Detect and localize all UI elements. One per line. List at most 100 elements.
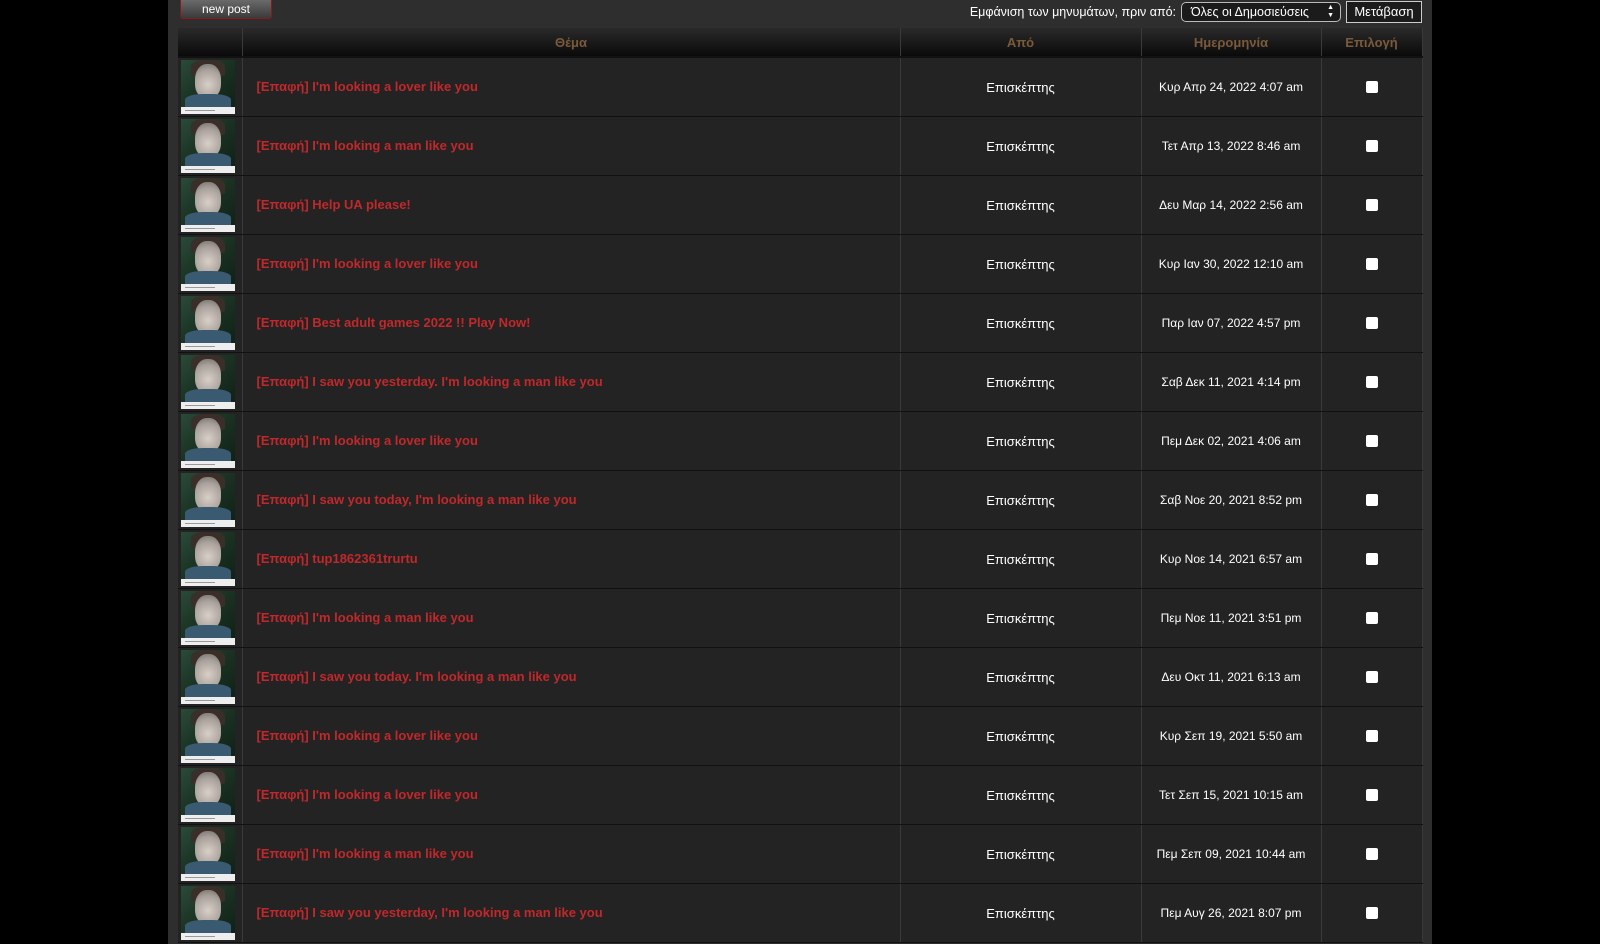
topic-link[interactable]: [Επαφή] Help UA please! [257,197,411,212]
topics-body: [Επαφή] I'm looking a lover like you Επι… [178,57,1423,943]
select-checkbox[interactable] [1365,906,1378,919]
avatar-cell [178,824,243,884]
new-post-button[interactable]: new post [180,0,272,19]
topic-link[interactable]: [Επαφή] I'm looking a lover like you [257,728,478,743]
topic-link[interactable]: [Επαφή] I'm looking a lover like you [257,79,478,94]
topic-filter: Εμφάνιση των μηνυμάτων, πριν από: Όλες ο… [970,0,1422,24]
select-cell [1321,765,1423,825]
select-checkbox[interactable] [1365,198,1378,211]
avatar [181,119,235,173]
select-checkbox[interactable] [1365,316,1378,329]
select-checkbox[interactable] [1365,788,1378,801]
author-cell: Επισκέπτης [900,352,1142,412]
topic-cell: [Επαφή] I'm looking a lover like you [242,234,901,294]
avatar-cell [178,116,243,176]
date-cell: Τετ Απρ 13, 2022 8:46 am [1141,116,1322,176]
topic-link[interactable]: [Επαφή] I saw you today, I'm looking a m… [257,492,577,507]
topic-toolbar: new post Εμφάνιση των μηνυμάτων, πριν απ… [178,0,1422,24]
topic-link[interactable]: [Επαφή] I saw you yesterday, I'm looking… [257,905,603,920]
topic-cell: [Επαφή] tup1862361trurtu [242,529,901,589]
select-checkbox[interactable] [1365,139,1378,152]
avatar [181,355,235,409]
avatar [181,60,235,114]
topic-cell: [Επαφή] Best adult games 2022 !! Play No… [242,293,901,353]
topic-link[interactable]: [Επαφή] I'm looking a lover like you [257,256,478,271]
avatar-cell [178,529,243,589]
avatar [181,532,235,586]
date-cell: Πεμ Αυγ 26, 2021 8:07 pm [1141,883,1322,943]
filter-label: Εμφάνιση των μηνυμάτων, πριν από: [969,5,1176,19]
date-cell: Πεμ Νοε 11, 2021 3:51 pm [1141,588,1322,648]
select-checkbox[interactable] [1365,80,1378,93]
select-cell [1321,116,1423,176]
select-cell [1321,175,1423,235]
select-cell [1321,883,1423,943]
avatar-cell [178,175,243,235]
select-checkbox[interactable] [1365,493,1378,506]
avatar [181,296,235,350]
select-checkbox[interactable] [1365,729,1378,742]
date-cell: Κυρ Σεπ 19, 2021 5:50 am [1141,706,1322,766]
table-row: [Επαφή] Best adult games 2022 !! Play No… [178,293,1423,353]
author-cell: Επισκέπτης [900,588,1142,648]
topic-link[interactable]: [Επαφή] I'm looking a lover like you [257,787,478,802]
topic-cell: [Επαφή] I'm looking a lover like you [242,765,901,825]
date-cell: Κυρ Νοε 14, 2021 6:57 am [1141,529,1322,589]
avatar [181,591,235,645]
avatar [181,414,235,468]
author-cell: Επισκέπτης [900,647,1142,707]
select-checkbox[interactable] [1365,552,1378,565]
select-checkbox[interactable] [1365,375,1378,388]
topic-link[interactable]: [Επαφή] I'm looking a man like you [257,138,474,153]
table-row: [Επαφή] I'm looking a man like you Επισκ… [178,116,1423,176]
header-select: Επιλογή [1321,28,1423,58]
avatar-cell [178,706,243,766]
avatar [181,709,235,763]
select-checkbox[interactable] [1365,434,1378,447]
avatar-cell [178,411,243,471]
topic-cell: [Επαφή] I'm looking a lover like you [242,706,901,766]
header-author[interactable]: Από [900,28,1142,58]
table-header-row: Θέμα Από Ημερομηνία Επιλογή [178,28,1423,58]
topic-cell: [Επαφή] I'm looking a man like you [242,824,901,884]
table-row: [Επαφή] I'm looking a lover like you Επι… [178,411,1423,471]
author-cell: Επισκέπτης [900,883,1142,943]
topic-link[interactable]: [Επαφή] Best adult games 2022 !! Play No… [257,315,531,330]
author-cell: Επισκέπτης [900,175,1142,235]
author-cell: Επισκέπτης [900,234,1142,294]
select-cell [1321,647,1423,707]
go-button[interactable]: Μετάβαση [1346,1,1422,23]
table-row: [Επαφή] I saw you today, I'm looking a m… [178,470,1423,530]
select-checkbox[interactable] [1365,847,1378,860]
select-checkbox[interactable] [1365,611,1378,624]
post-age-select[interactable]: Όλες οι Δημοσιεύσεις ▲ ▼ [1181,2,1341,22]
header-topic[interactable]: Θέμα [242,28,901,58]
select-cell [1321,352,1423,412]
forum-page: new post Εμφάνιση των μηνυμάτων, πριν απ… [168,0,1432,944]
date-cell: Πεμ Σεπ 09, 2021 10:44 am [1141,824,1322,884]
select-arrows-icon: ▲ ▼ [1327,4,1334,19]
table-row: [Επαφή] I'm looking a lover like you Επι… [178,765,1423,825]
avatar-cell [178,647,243,707]
topic-link[interactable]: [Επαφή] tup1862361trurtu [257,551,418,566]
topic-link[interactable]: [Επαφή] I'm looking a man like you [257,846,474,861]
topics-table: Θέμα Από Ημερομηνία Επιλογή [Επαφή] I'm … [178,28,1423,943]
header-date[interactable]: Ημερομηνία [1141,28,1322,58]
topic-link[interactable]: [Επαφή] I saw you today. I'm looking a m… [257,669,577,684]
avatar [181,768,235,822]
date-cell: Δευ Οκτ 11, 2021 6:13 am [1141,647,1322,707]
topic-cell: [Επαφή] I saw you today. I'm looking a m… [242,647,901,707]
select-cell [1321,706,1423,766]
select-cell [1321,588,1423,648]
author-cell: Επισκέπτης [900,57,1142,117]
select-checkbox[interactable] [1365,670,1378,683]
topic-link[interactable]: [Επαφή] I saw you yesterday. I'm looking… [257,374,603,389]
select-cell [1321,824,1423,884]
table-row: [Επαφή] I'm looking a lover like you Επι… [178,706,1423,766]
table-row: [Επαφή] I saw you today. I'm looking a m… [178,647,1423,707]
topic-link[interactable]: [Επαφή] I'm looking a man like you [257,610,474,625]
topic-link[interactable]: [Επαφή] I'm looking a lover like you [257,433,478,448]
select-checkbox[interactable] [1365,257,1378,270]
avatar [181,178,235,232]
author-cell: Επισκέπτης [900,765,1142,825]
